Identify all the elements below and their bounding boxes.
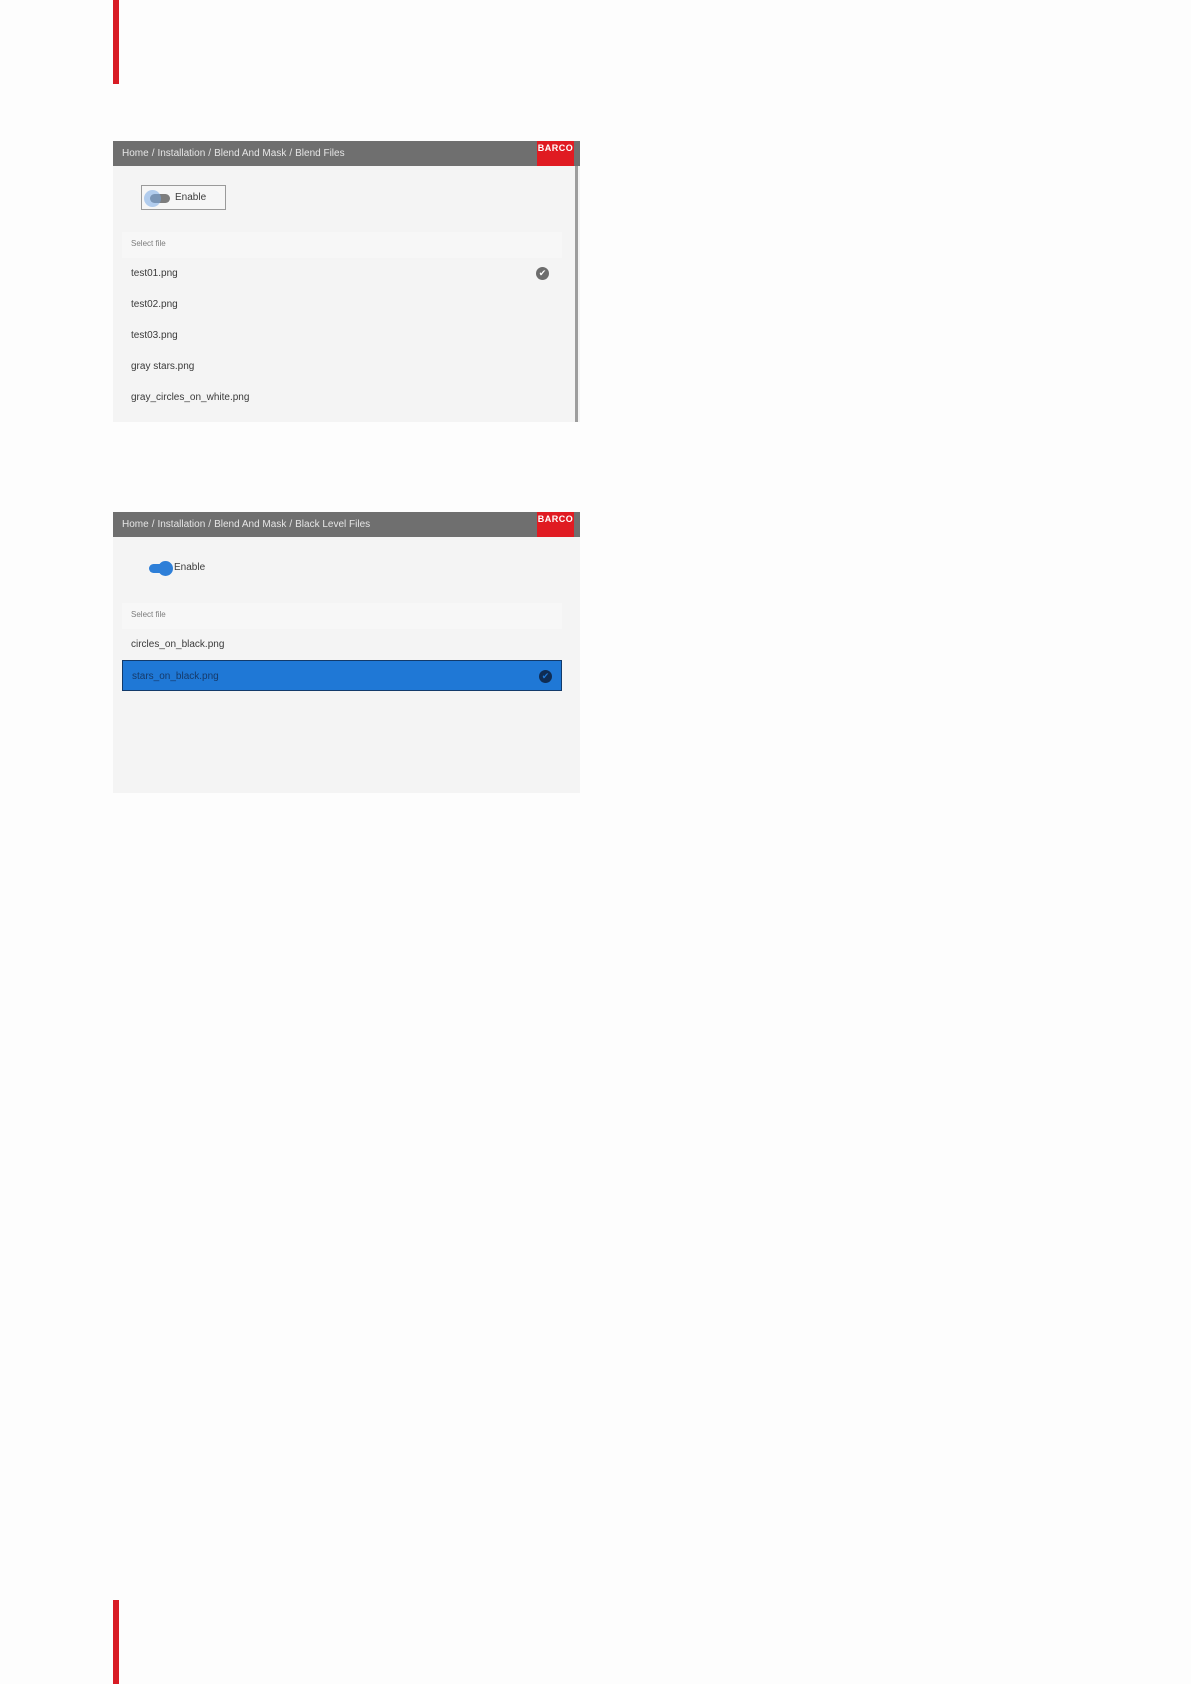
file-list: Select file test01.png ✔ test02.png test… [122,232,562,413]
list-header: Select file [122,232,562,258]
file-item-stars-on-black[interactable]: stars_on_black.png ✔ [122,660,562,691]
breadcrumb: Home / Installation / Blend And Mask / Black L… [122,519,371,530]
page-marker-bottom [113,1600,119,1684]
file-name: test02.png [131,299,178,310]
check-circle-icon: ✔ [539,670,552,683]
header-bar: Home / Installation / Blend And Mask / Blend F… [113,141,580,166]
header-bar: Home / Installation / Blend And Mask / Black L… [113,512,580,537]
page-marker-top [113,0,119,84]
scrollbar[interactable] [575,166,578,422]
black-level-files-screen: Home / Installation / Blend And Mask / Black L… [113,512,580,793]
breadcrumb-home[interactable]: Home [122,148,149,159]
file-name: circles_on_black.png [131,639,225,650]
toggle-knob [144,190,161,207]
file-name: stars_on_black.png [132,671,219,682]
breadcrumb-home[interactable]: Home [122,519,149,530]
enable-toggle-row[interactable]: Enable [141,185,226,210]
list-header: Select file [122,603,562,629]
breadcrumb-installation[interactable]: Installation [157,519,205,530]
breadcrumb: Home / Installation / Blend And Mask / Blend F… [122,148,345,159]
barco-logo: BARCO [537,512,574,537]
file-item-test02[interactable]: test02.png [122,289,562,320]
breadcrumb-blend-files: Blend Files [295,148,345,159]
file-name: test03.png [131,330,178,341]
enable-toggle-switch[interactable] [144,190,170,207]
breadcrumb-black-level-files: Black Level Files [295,519,371,530]
check-circle-icon: ✔ [536,267,549,280]
file-item-test01[interactable]: test01.png ✔ [122,258,562,289]
enable-toggle-switch[interactable] [149,561,173,576]
file-list: Select file circles_on_black.png stars_o… [122,603,562,691]
blend-files-screen: Home / Installation / Blend And Mask / Blend F… [113,141,580,422]
file-item-circles-on-black[interactable]: circles_on_black.png [122,629,562,660]
enable-label: Enable [174,562,206,573]
file-item-gray-stars[interactable]: gray stars.png [122,351,562,382]
enable-label: Enable [175,192,207,203]
toggle-knob [158,561,173,576]
file-name: test01.png [131,268,178,279]
file-name: gray_circles_on_white.png [131,392,250,403]
barco-logo: BARCO [537,141,574,166]
breadcrumb-blend-and-mask[interactable]: Blend And Mask [214,519,286,530]
file-item-test03[interactable]: test03.png [122,320,562,351]
enable-toggle-row[interactable]: Enable [141,556,226,581]
file-item-gray-circles-on-white[interactable]: gray_circles_on_white.png [122,382,562,413]
breadcrumb-installation[interactable]: Installation [157,148,205,159]
breadcrumb-blend-and-mask[interactable]: Blend And Mask [214,148,286,159]
file-name: gray stars.png [131,361,195,372]
